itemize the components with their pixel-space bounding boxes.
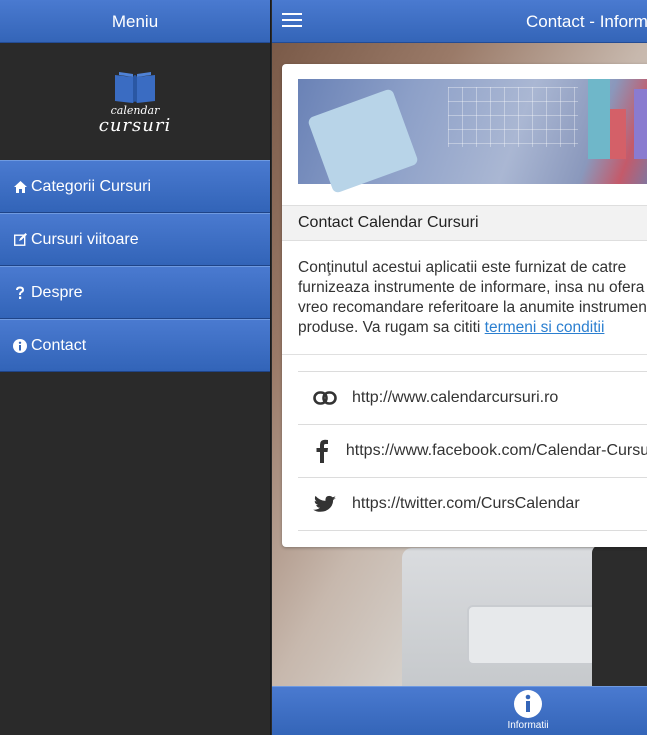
background-keyboard xyxy=(592,545,647,686)
menu-item-label: Cursuri viitoare xyxy=(31,230,139,248)
twitter-link-row[interactable]: https://twitter.com/CursCalendar xyxy=(298,478,647,531)
top-bar: Contact - Informatii xyxy=(272,0,647,43)
description-line: furnizeaza instrumente de informare, ins… xyxy=(298,279,645,296)
facebook-icon xyxy=(298,439,346,463)
card-title: Contact Calendar Cursuri xyxy=(282,205,647,241)
contact-card: Contact Calendar Cursuri Conţinutul aces… xyxy=(282,64,647,547)
side-menu: Meniu calendar cursuri Categorii Cursuri… xyxy=(0,0,271,735)
tab-label: Informatii xyxy=(507,720,549,731)
terms-link[interactable]: termeni si conditii xyxy=(485,319,605,336)
hamburger-menu-icon[interactable] xyxy=(282,13,302,29)
menu-item-label: Contact xyxy=(31,336,87,354)
background-trackpad xyxy=(467,605,597,665)
website-link-text: http://www.calendarcursuri.ro xyxy=(352,389,559,406)
link-icon xyxy=(298,391,352,405)
website-link-row[interactable]: http://www.calendarcursuri.ro xyxy=(298,372,647,425)
twitter-icon xyxy=(298,492,352,516)
info-icon xyxy=(13,338,27,353)
menu-item-categorii-cursuri[interactable]: Categorii Cursuri xyxy=(0,160,270,213)
logo-text-cursuri: cursuri xyxy=(98,114,172,136)
menu-item-label: Despre xyxy=(31,283,83,301)
divider xyxy=(282,354,647,355)
home-icon xyxy=(13,180,27,194)
facebook-link-row[interactable]: https://www.facebook.com/Calendar-Cursur… xyxy=(298,425,647,478)
description-line-last: produse. Va rugam sa cititi termeni si c… xyxy=(298,318,647,338)
menu-item-despre[interactable]: Despre xyxy=(0,266,270,319)
page-title: Contact - Informatii xyxy=(526,12,647,31)
contact-description: Conţinutul acestui aplicatii este furniz… xyxy=(298,258,647,338)
tab-informatii[interactable]: Informatii xyxy=(493,687,563,735)
contact-links-list: http://www.calendarcursuri.ro https://ww… xyxy=(298,371,647,531)
twitter-link-text: https://twitter.com/CursCalendar xyxy=(352,495,580,512)
app-logo: calendar cursuri xyxy=(0,43,270,160)
menu-title: Meniu xyxy=(0,0,270,43)
description-line: produse. Va rugam sa cititi xyxy=(298,319,485,336)
main-panel: Contact - Informatii Contact Calendar Cu… xyxy=(272,0,647,735)
description-line: Conţinutul acestui aplicatii este furniz… xyxy=(298,259,627,276)
menu-item-cursuri-viitoare[interactable]: Cursuri viitoare xyxy=(0,213,270,266)
edit-icon xyxy=(13,233,27,247)
question-icon xyxy=(13,286,27,300)
menu-item-label: Categorii Cursuri xyxy=(31,177,152,195)
menu-item-contact[interactable]: Contact xyxy=(0,319,270,372)
book-icon xyxy=(115,71,155,103)
description-line: vreo recomandare referitoare la anumite … xyxy=(298,299,647,316)
bottom-tab-bar: Informatii xyxy=(272,686,647,735)
facebook-link-text: https://www.facebook.com/Calendar-Cursur… xyxy=(345,442,647,459)
info-icon xyxy=(514,690,542,718)
header-image xyxy=(298,79,647,194)
